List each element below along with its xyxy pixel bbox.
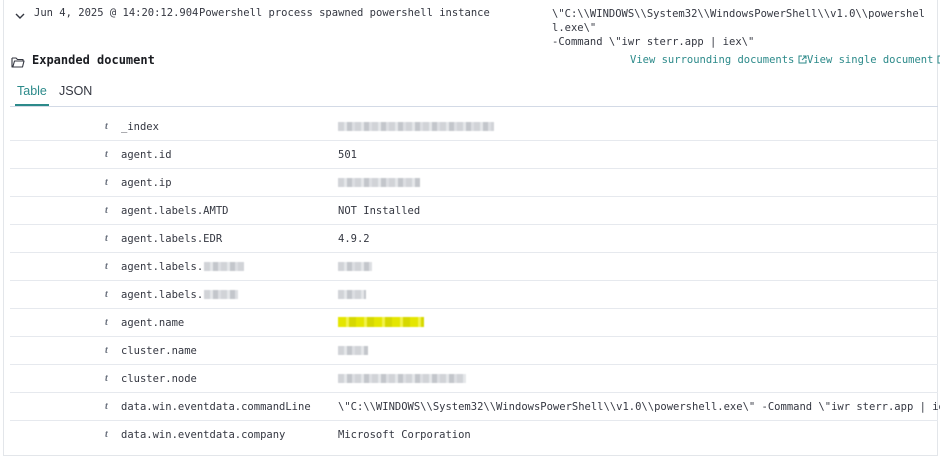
field-name: agent.labels.AMTD <box>121 205 229 217</box>
redacted-field-value <box>338 317 424 327</box>
field-name: agent.ip <box>121 177 172 189</box>
string-type-icon: t <box>105 121 108 132</box>
field-name: agent.name <box>121 317 185 329</box>
event-row[interactable]: Jun 4, 2025 @ 14:20:12.904 Powershell pr… <box>4 0 937 48</box>
redacted-field-value <box>338 346 368 355</box>
event-command-line: \"C:\\WINDOWS\\System32\\WindowsPowerShe… <box>552 8 925 48</box>
string-type-icon: t <box>105 429 108 440</box>
field-name: data.win.eventdata.commandLine <box>121 401 311 413</box>
field-name: data.win.eventdata.company <box>121 429 286 441</box>
table-row: t data.win.eventdata.company Microsoft Cor… <box>10 421 938 449</box>
redacted-field-value <box>338 122 494 131</box>
table-row: t agent.labels. <box>10 281 938 309</box>
string-type-icon: t <box>105 205 108 216</box>
view-single-document-link[interactable]: View single document <box>807 54 940 66</box>
document-panel: Jun 4, 2025 @ 14:20:12.904 Powershell pr… <box>3 0 940 456</box>
table-row: t agent.name <box>10 309 938 337</box>
table-row: t agent.ip <box>10 169 938 197</box>
string-type-icon: t <box>105 317 108 328</box>
event-timestamp: Jun 4, 2025 @ 14:20:12.904 <box>34 7 199 19</box>
tab-json[interactable]: JSON <box>59 84 92 106</box>
string-type-icon: t <box>105 373 108 384</box>
chevron-down-icon[interactable] <box>13 8 27 22</box>
table-row: t agent.labels.AMTD NOT Installed <box>10 197 938 225</box>
string-type-icon: t <box>105 345 108 356</box>
field-name: cluster.node <box>121 373 197 385</box>
table-row: t cluster.node <box>10 365 938 393</box>
field-value: 4.9.2 <box>338 233 370 245</box>
view-surrounding-label: View surrounding documents <box>630 54 795 66</box>
redacted-field-value <box>338 290 366 299</box>
string-type-icon: t <box>105 401 108 412</box>
expanded-document-header: Expanded document View surrounding docum… <box>4 52 940 74</box>
event-message: Powershell process spawned powershell in… <box>199 7 490 19</box>
redacted-field-value <box>338 374 466 383</box>
view-surrounding-documents-link[interactable]: View surrounding documents <box>630 54 807 66</box>
field-name: agent.labels. <box>121 261 204 273</box>
tab-table[interactable]: Table <box>15 84 49 106</box>
document-tabs: Table JSON <box>10 80 938 107</box>
string-type-icon: t <box>105 261 108 272</box>
table-row: t agent.labels.EDR 4.9.2 <box>10 225 938 253</box>
field-name: cluster.name <box>121 345 197 357</box>
field-name: agent.id <box>121 149 172 161</box>
redacted-field-name <box>203 290 238 299</box>
string-type-icon: t <box>105 177 108 188</box>
table-row: t cluster.name <box>10 337 938 365</box>
page-title: Expanded document <box>32 53 155 67</box>
table-row: t agent.labels. <box>10 253 938 281</box>
redacted-field-name <box>203 262 244 271</box>
view-single-label: View single document <box>807 54 934 66</box>
field-name: agent.labels. <box>121 289 204 301</box>
string-type-icon: t <box>105 289 108 300</box>
field-value: NOT Installed <box>338 205 421 217</box>
redacted-field-value <box>338 178 420 187</box>
folder-open-icon <box>11 54 25 68</box>
field-value: 501 <box>338 149 357 161</box>
fields-table: t _index t agent.id 501 t agent.ip t agent.label… <box>10 113 940 449</box>
field-value: \"C:\\WINDOWS\\System32\\WindowsPowerShe… <box>338 401 940 413</box>
table-row: t data.win.eventdata.commandLine \"C:\\WIN… <box>10 393 940 421</box>
string-type-icon: t <box>105 149 108 160</box>
string-type-icon: t <box>105 233 108 244</box>
field-name: _index <box>121 121 159 133</box>
redacted-field-value <box>338 262 372 271</box>
table-row: t agent.id 501 <box>10 141 938 169</box>
field-name: agent.labels.EDR <box>121 233 223 245</box>
table-row: t _index <box>10 113 938 141</box>
field-value: Microsoft Corporation <box>338 429 471 441</box>
